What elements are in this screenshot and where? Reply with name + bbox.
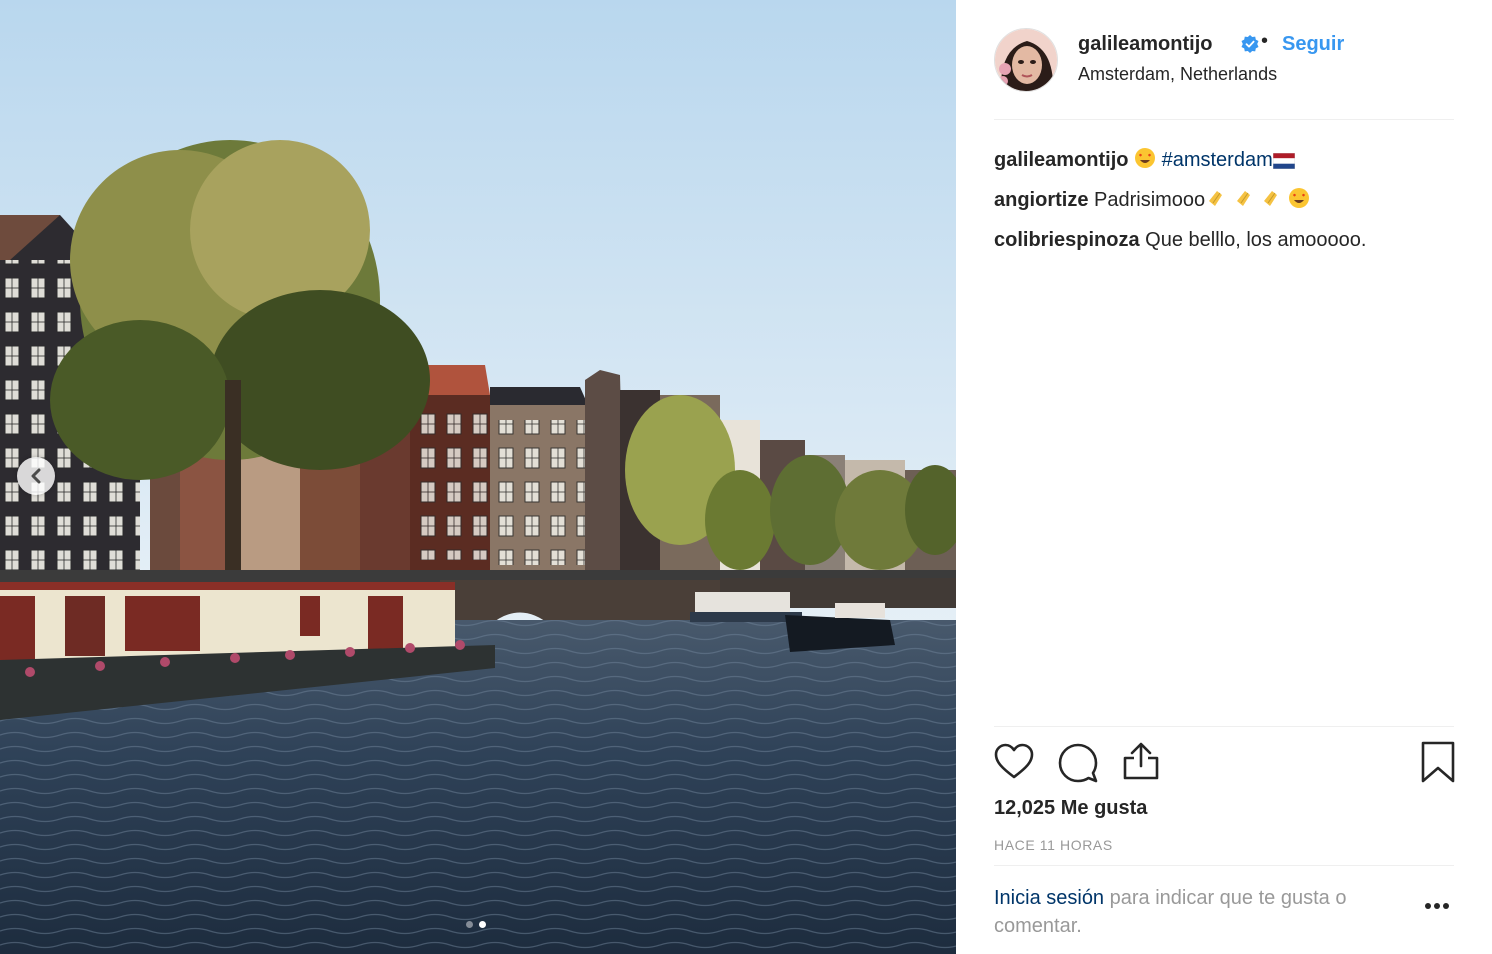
amsterdam-canal-image xyxy=(0,0,956,954)
carousel-dot-1[interactable] xyxy=(466,921,473,928)
comments-list: galileamontijo #amsterdam angiortize Pad… xyxy=(994,142,1454,259)
share-icon[interactable] xyxy=(1122,741,1160,781)
login-prompt-text: Inicia sesión para indicar que te gusta … xyxy=(994,884,1414,940)
netherlands-flag-emoji xyxy=(1272,145,1296,182)
comment-author[interactable]: galileamontijo xyxy=(994,149,1128,171)
carousel-dot-2[interactable] xyxy=(479,921,486,928)
follow-button[interactable]: Seguir xyxy=(1282,33,1344,56)
post-photo xyxy=(0,0,956,954)
more-options-icon[interactable] xyxy=(1424,902,1450,910)
login-prompt: Inicia sesión para indicar que te gusta … xyxy=(994,865,1454,954)
heart-icon[interactable] xyxy=(994,743,1034,781)
comment-item: colibriespinoza Que belllo, los amooooo. xyxy=(994,222,1454,259)
comment-item: angiortize Padrisimooo xyxy=(994,182,1454,222)
heart-eyes-emoji xyxy=(1288,185,1310,222)
heart-eyes-emoji xyxy=(1134,145,1156,182)
clap-emoji xyxy=(1233,185,1255,222)
comment-author[interactable]: colibriespinoza xyxy=(994,229,1140,251)
clap-emoji xyxy=(1205,185,1227,222)
chevron-left-icon xyxy=(31,468,41,484)
post-username[interactable]: galileamontijo xyxy=(1078,33,1212,56)
post-side-panel: galileamontijo • Seguir Amsterdam, Nethe… xyxy=(956,0,1492,954)
avatar[interactable] xyxy=(994,28,1058,92)
caption: galileamontijo #amsterdam xyxy=(994,142,1454,182)
verified-badge-icon xyxy=(1241,35,1259,53)
hashtag-link[interactable]: #amsterdam xyxy=(1162,149,1273,171)
comment-text: Que belllo, los amooooo. xyxy=(1145,229,1367,251)
carousel-dots xyxy=(466,921,486,928)
separator-dot: • xyxy=(1261,30,1269,52)
comment-icon[interactable] xyxy=(1058,743,1098,783)
avatar-image xyxy=(995,29,1057,91)
comment-author[interactable]: angiortize xyxy=(994,189,1088,211)
bookmark-icon[interactable] xyxy=(1421,741,1455,783)
clap-emoji xyxy=(1260,185,1282,222)
carousel-prev-button[interactable] xyxy=(17,457,55,495)
login-link[interactable]: Inicia sesión xyxy=(994,887,1104,909)
post-timestamp[interactable]: HACE 11 HORAS xyxy=(994,837,1113,853)
likes-count[interactable]: 12,025 Me gusta xyxy=(994,797,1147,820)
comment-text: Padrisimooo xyxy=(1094,189,1206,211)
post-location[interactable]: Amsterdam, Netherlands xyxy=(1078,64,1277,85)
post-header: galileamontijo • Seguir Amsterdam, Nethe… xyxy=(994,28,1454,120)
post-actions: 12,025 Me gusta HACE 11 HORAS xyxy=(994,726,1455,866)
